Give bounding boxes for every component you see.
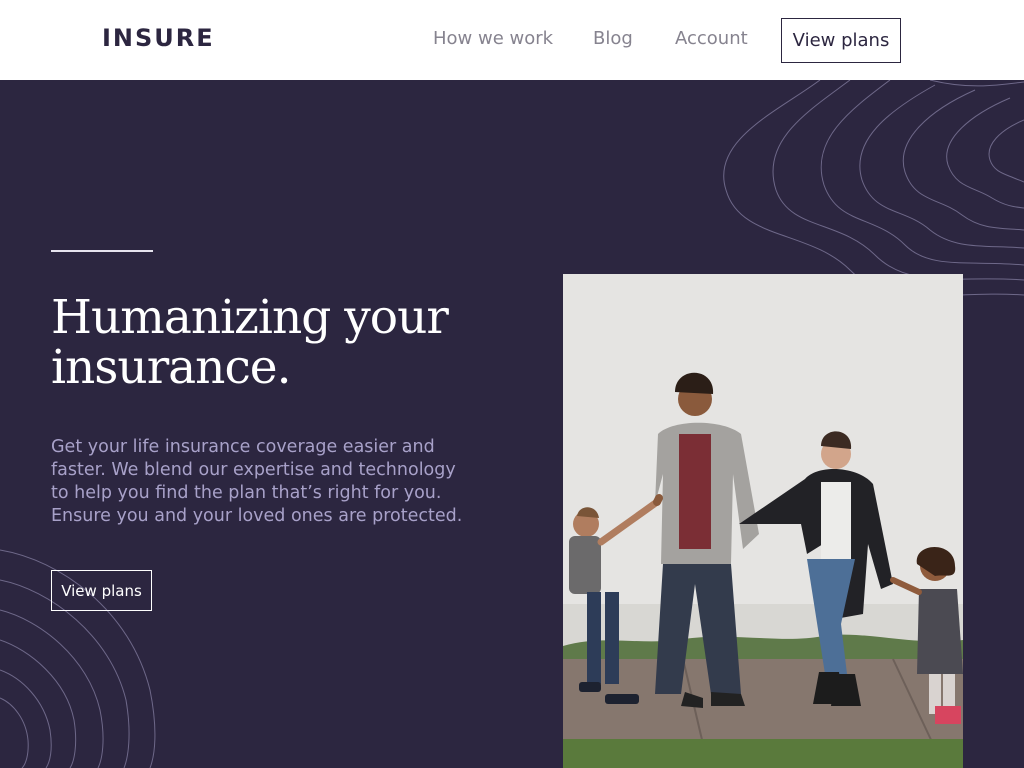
site-header: INSURE How we work Blog Account View pla… [0, 0, 1024, 80]
hero-description: Get your life insurance coverage easier … [51, 437, 463, 526]
family-walking-photo [563, 274, 963, 768]
view-plans-hero-button[interactable]: View plans [51, 570, 152, 611]
nav-link-blog[interactable]: Blog [593, 28, 633, 49]
nav-link-account[interactable]: Account [675, 28, 748, 49]
hero-divider [51, 250, 153, 252]
view-plans-nav-button[interactable]: View plans [781, 18, 901, 63]
hero-title: Humanizing your insurance. [51, 290, 449, 395]
insure-logo[interactable]: INSURE [102, 24, 215, 52]
nav-link-how-we-work[interactable]: How we work [433, 28, 553, 49]
